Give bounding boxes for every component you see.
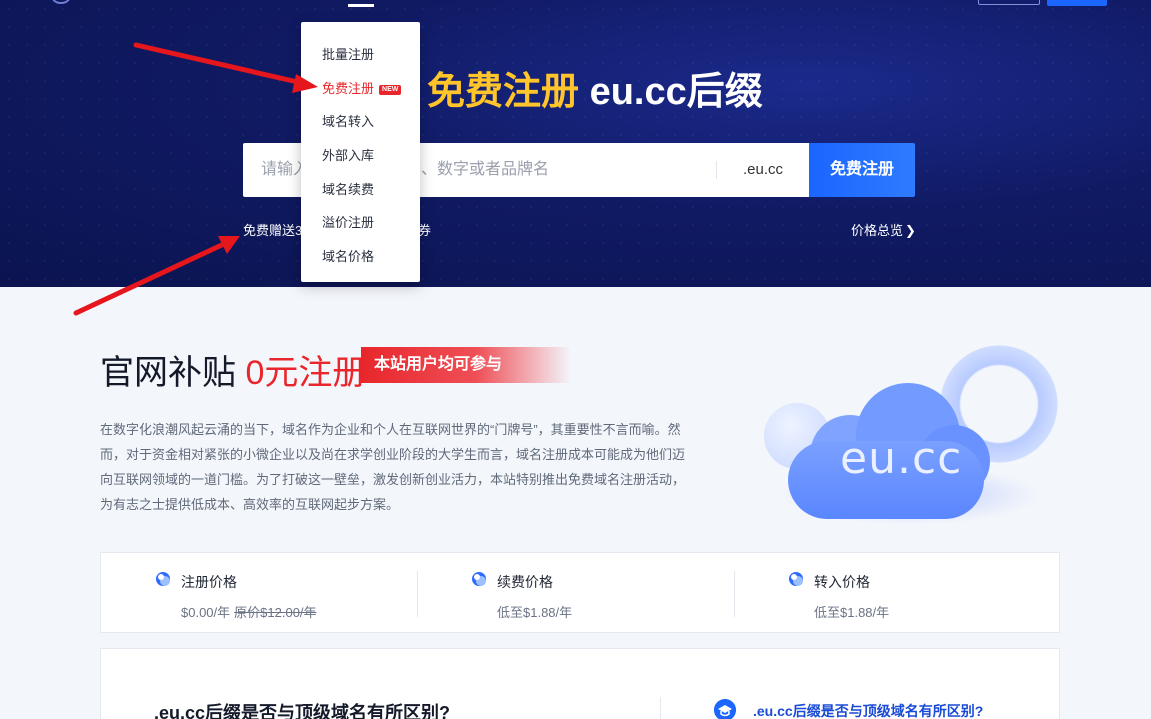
menu-item-domain-transfer[interactable]: 域名转入: [322, 111, 374, 130]
price-label: 续费价格: [497, 574, 553, 590]
menu-item-label: 批量注册: [322, 47, 375, 62]
promo-text[interactable]: 免费赠送3 券: [243, 220, 431, 239]
active-nav-indicator: [348, 4, 374, 7]
subsidy-title-prefix: 官网补贴: [100, 354, 246, 392]
eu-cc-cloud-illustration: eu.cc: [760, 345, 1070, 535]
participate-tag: 本站用户均可参与: [361, 347, 571, 383]
price-current: $0.00/年: [181, 605, 231, 620]
price-value: $0.00/年 原价$12.00/年: [181, 602, 317, 621]
hero-title: 免费注册 eu.cc后缀: [427, 60, 763, 115]
price-value: 低至$1.88/年: [814, 605, 890, 620]
menu-item-domain-price[interactable]: 域名价格: [322, 246, 374, 265]
column-divider: [417, 571, 418, 617]
graduation-cap-icon: [714, 699, 736, 719]
hero-banner: 免费注册 eu.cc后缀 .eu.cc 免费注册 免费赠送3 券 价格总览❯: [0, 0, 1151, 287]
menu-item-free-register[interactable]: 免费注册 NEW: [322, 78, 402, 97]
menu-item-bulk-register[interactable]: 批量注册: [322, 44, 374, 63]
search-divider: [716, 161, 717, 179]
price-summary-card: 注册价格 $0.00/年 原价$12.00/年 续费价格 低至$1.88/年 转入…: [100, 552, 1060, 633]
menu-item-domain-renewal[interactable]: 域名续费: [322, 179, 374, 198]
faq-question-heading: .eu.cc后缀是否与顶级域名有所区别?: [154, 703, 451, 719]
menu-item-premium-register[interactable]: 溢价注册: [322, 212, 374, 231]
price-overview-label: 价格总览: [851, 223, 904, 238]
menu-item-label: 免费注册: [322, 81, 375, 96]
free-register-button[interactable]: 免费注册: [809, 143, 915, 197]
menu-item-label: 溢价注册: [322, 215, 375, 230]
subsidy-title: 官网补贴 0元注册: [100, 345, 366, 394]
new-badge: NEW: [379, 85, 402, 95]
price-label: 转入价格: [814, 574, 870, 590]
menu-item-label: 域名转入: [322, 114, 375, 129]
transfer-price: 转入价格 低至$1.88/年: [788, 553, 1048, 634]
renewal-price: 续费价格 低至$1.88/年: [471, 553, 731, 634]
faq-divider: [660, 697, 661, 719]
hero-title-accent: 免费注册: [427, 71, 580, 113]
promo-text-head: 免费赠送3: [243, 223, 303, 238]
cloud-badge-icon: [156, 572, 170, 586]
menu-item-label: 外部入库: [322, 148, 375, 163]
hero-title-rest: eu.cc后缀: [579, 71, 763, 113]
register-price: 注册价格 $0.00/年 原价$12.00/年: [155, 553, 415, 634]
cloud-badge-icon: [472, 572, 486, 586]
suffix-select[interactable]: .eu.cc: [718, 143, 808, 197]
signup-button[interactable]: [1047, 0, 1107, 6]
subsidy-title-red: 0元注册: [245, 354, 367, 392]
faq-question-link[interactable]: .eu.cc后缀是否与顶级域名有所区别?: [753, 701, 983, 719]
login-button[interactable]: [978, 0, 1040, 5]
price-overview-link[interactable]: 价格总览 ❯: [851, 220, 916, 239]
cloud-badge-icon: [789, 572, 803, 586]
faq-card: .eu.cc后缀是否与顶级域名有所区别? .eu.cc后缀是否与顶级域名有所区别…: [100, 648, 1060, 719]
menu-item-external-import[interactable]: 外部入库: [322, 145, 374, 164]
domain-services-dropdown: 批量注册 免费注册 NEW 域名转入 外部入库 域名续费 溢价注册 域名价格: [301, 22, 420, 282]
menu-item-label: 域名价格: [322, 249, 375, 264]
subsidy-description: 在数字化浪潮风起云涌的当下，域名作为企业和个人在互联网世界的“门牌号”，其重要性…: [100, 422, 686, 512]
chevron-right-icon: ❯: [905, 223, 916, 238]
column-divider: [734, 571, 735, 617]
price-label: 注册价格: [181, 574, 237, 590]
price-original: 原价$12.00/年: [234, 605, 317, 620]
cloud-text: eu.cc: [840, 433, 963, 484]
menu-item-label: 域名续费: [322, 182, 375, 197]
price-value: 低至$1.88/年: [497, 605, 573, 620]
